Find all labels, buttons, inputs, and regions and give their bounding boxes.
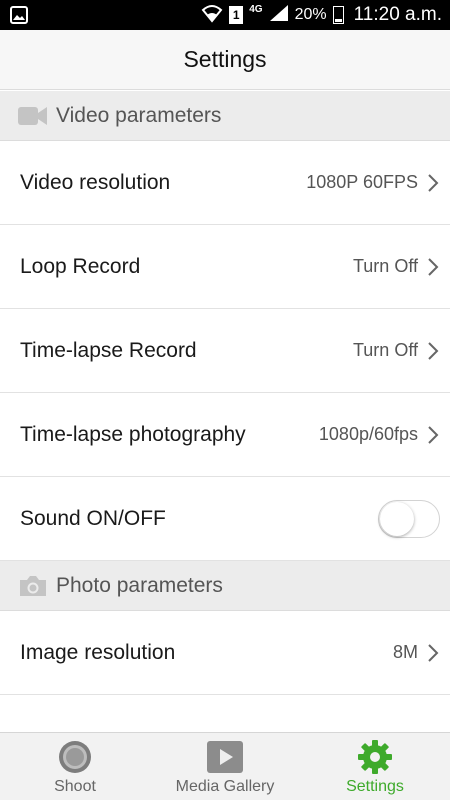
section-title: Video parameters [56,103,222,127]
battery-icon [332,6,344,24]
gear-icon [357,739,393,775]
setting-video-resolution[interactable]: Video resolution 1080P 60FPS [0,141,450,225]
setting-sound: Sound ON/OFF [0,477,450,561]
video-camera-icon [18,104,48,128]
section-video-parameters: Video parameters [0,91,450,141]
setting-partially-visible[interactable] [0,695,450,732]
setting-time-lapse-record[interactable]: Time-lapse Record Turn Off [0,309,450,393]
battery-percent: 20% [294,6,327,23]
setting-value: 8M [392,642,418,662]
setting-value: Turn Off [352,340,418,360]
signal-icon [269,4,289,27]
nav-media-gallery[interactable]: Media Gallery [150,733,300,800]
play-icon [207,739,243,775]
setting-value: Turn Off [352,256,418,276]
camera-icon [18,574,48,598]
nav-settings[interactable]: Settings [300,733,450,800]
setting-label: Loop Record [20,254,141,278]
setting-loop-record[interactable]: Loop Record Turn Off [0,225,450,309]
setting-label: Time-lapse photography [20,422,246,446]
setting-label: Video resolution [20,170,171,194]
nav-label: Media Gallery [175,778,275,795]
section-photo-parameters: Photo parameters [0,561,450,611]
chevron-right-icon [426,257,440,277]
setting-label: Time-lapse Record [20,338,197,362]
chevron-right-icon [426,643,440,663]
setting-time-lapse-photography[interactable]: Time-lapse photography 1080p/60fps [0,393,450,477]
chevron-right-icon [426,173,440,193]
gallery-notification-icon [10,6,28,24]
app-header: Settings [0,30,450,90]
setting-label: Sound ON/OFF [20,506,166,530]
page-title: Settings [183,46,267,72]
setting-value: 1080p/60fps [318,424,418,444]
setting-label: Image resolution [20,640,176,664]
toggle-knob [380,501,414,536]
nav-label: Settings [346,778,404,795]
clock: 11:20 a.m. [353,4,442,25]
setting-image-resolution[interactable]: Image resolution 8M [0,611,450,695]
nav-label: Shoot [54,778,96,795]
settings-list[interactable]: Video parameters Video resolution 1080P … [0,91,450,732]
nav-shoot[interactable]: Shoot [0,733,150,800]
status-bar: 1 4G 20% 11:20 a.m. [0,0,450,30]
wifi-icon [201,3,223,28]
setting-value: 1080P 60FPS [306,172,418,192]
section-title: Photo parameters [56,573,223,597]
shutter-icon [57,739,93,775]
bottom-navigation: Shoot Media Gallery Settings [0,732,450,800]
chevron-right-icon [426,341,440,361]
chevron-right-icon [426,425,440,445]
sound-toggle[interactable] [378,499,440,538]
sim-badge: 1 [229,6,244,24]
network-type: 4G [249,3,263,15]
